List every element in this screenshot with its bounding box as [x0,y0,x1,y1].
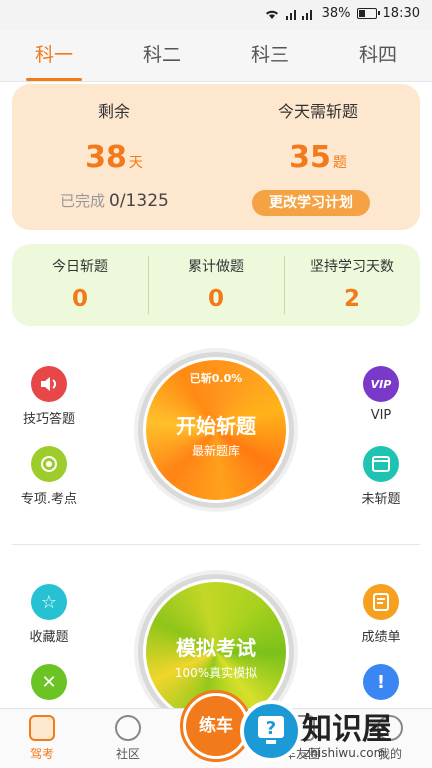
special-topics-button[interactable]: 专项.考点 [4,446,94,507]
vip-label: VIP [370,408,392,423]
target-icon [31,446,67,482]
report-icon [363,584,399,620]
stat-value: 0 [207,286,224,312]
divider [12,544,420,545]
clock: 18:30 [382,6,420,21]
favorites-label: 收藏题 [29,630,69,645]
nav-label: 驾考 [29,747,54,761]
special-topics-label: 专项.考点 [20,492,78,507]
wifi-icon [265,10,278,19]
stat-today: 今日斩题 0 [12,244,148,326]
alert-icon: ! [363,664,399,700]
tips-answer-button[interactable]: 技巧答题 [4,366,94,427]
remaining-label: 剩余 [97,102,130,121]
stat-label: 累计做题 [188,259,244,275]
home-icon [29,715,55,741]
tips-answer-label: 技巧答题 [22,412,75,427]
unanswered-label: 未斩题 [361,492,401,507]
stat-total: 累计做题 0 [148,244,284,326]
svg-text:?: ? [266,718,276,739]
report-card-label: 成绩单 [361,630,401,645]
stats-card: 今日斩题 0 累计做题 0 坚持学习天数 2 [12,244,420,326]
today-target: 今天需斩题 35 题 [216,98,420,175]
remaining-unit: 天 [128,155,143,171]
stat-value: 0 [71,286,88,312]
progress-percent: 已斩0.0% [189,372,243,385]
tab-ke1[interactable]: 科一 [0,30,108,81]
help-screen-icon: ? [240,700,302,762]
watermark-text: 知识屋 [302,712,392,747]
mock-exam-sub: 100%真实模拟 [174,666,258,680]
subject-tabs: 科一 科二 科三 科四 [0,30,432,82]
start-practice-button[interactable]: 已斩0.0% 开始斩题 最新题库 [138,352,294,508]
done-label: 已完成 [60,192,106,210]
watermark-url: zhishiwu.com [304,746,386,760]
mock-exam-title: 模拟考试 [176,636,256,660]
nav-driving-test[interactable]: 驾考 [12,715,72,762]
today-unit: 题 [332,155,347,171]
stat-label: 坚持学习天数 [310,259,394,275]
stat-days: 坚持学习天数 2 [284,244,420,326]
nav-community[interactable]: 社区 [98,715,158,762]
start-practice-sub: 最新题库 [191,444,240,458]
remaining-value: 38 [85,140,127,175]
battery-percent: 38% [321,6,351,21]
completed-progress: 已完成 0/1325 [60,190,169,211]
stat-label: 今日斩题 [52,259,108,275]
tab-ke3[interactable]: 科三 [216,30,324,81]
remaining-days: 剩余 38 天 [12,98,216,175]
stat-value: 2 [343,286,360,312]
signal-icon [285,9,312,20]
window-icon [363,446,399,482]
vip-button[interactable]: VIP VIP [336,366,426,423]
star-icon: ☆ [31,584,67,620]
nav-label: 社区 [115,747,140,761]
tab-ke4[interactable]: 科四 [324,30,432,81]
watermark-logo: ? 知识屋 zhishiwu.com [232,700,432,768]
cross-icon: ✕ [31,664,67,700]
study-plan-card: 剩余 38 天 今天需斩题 35 题 已完成 0/1325 更改学习计划 [12,84,420,230]
start-practice-title: 开始斩题 [176,414,256,438]
status-bar: 38% 18:30 [0,0,432,30]
compass-icon [115,715,141,741]
done-value: 0/1325 [109,191,169,211]
favorites-button[interactable]: ☆ 收藏题 [4,584,94,645]
today-value: 35 [289,140,331,175]
today-label: 今天需斩题 [277,102,358,121]
vip-icon: VIP [363,366,399,402]
tab-ke2[interactable]: 科二 [108,30,216,81]
unanswered-button[interactable]: 未斩题 [336,446,426,507]
change-plan-button[interactable]: 更改学习计划 [252,190,370,216]
battery-icon [356,8,380,19]
report-card-button[interactable]: 成绩单 [336,584,426,645]
speaker-icon [31,366,67,402]
